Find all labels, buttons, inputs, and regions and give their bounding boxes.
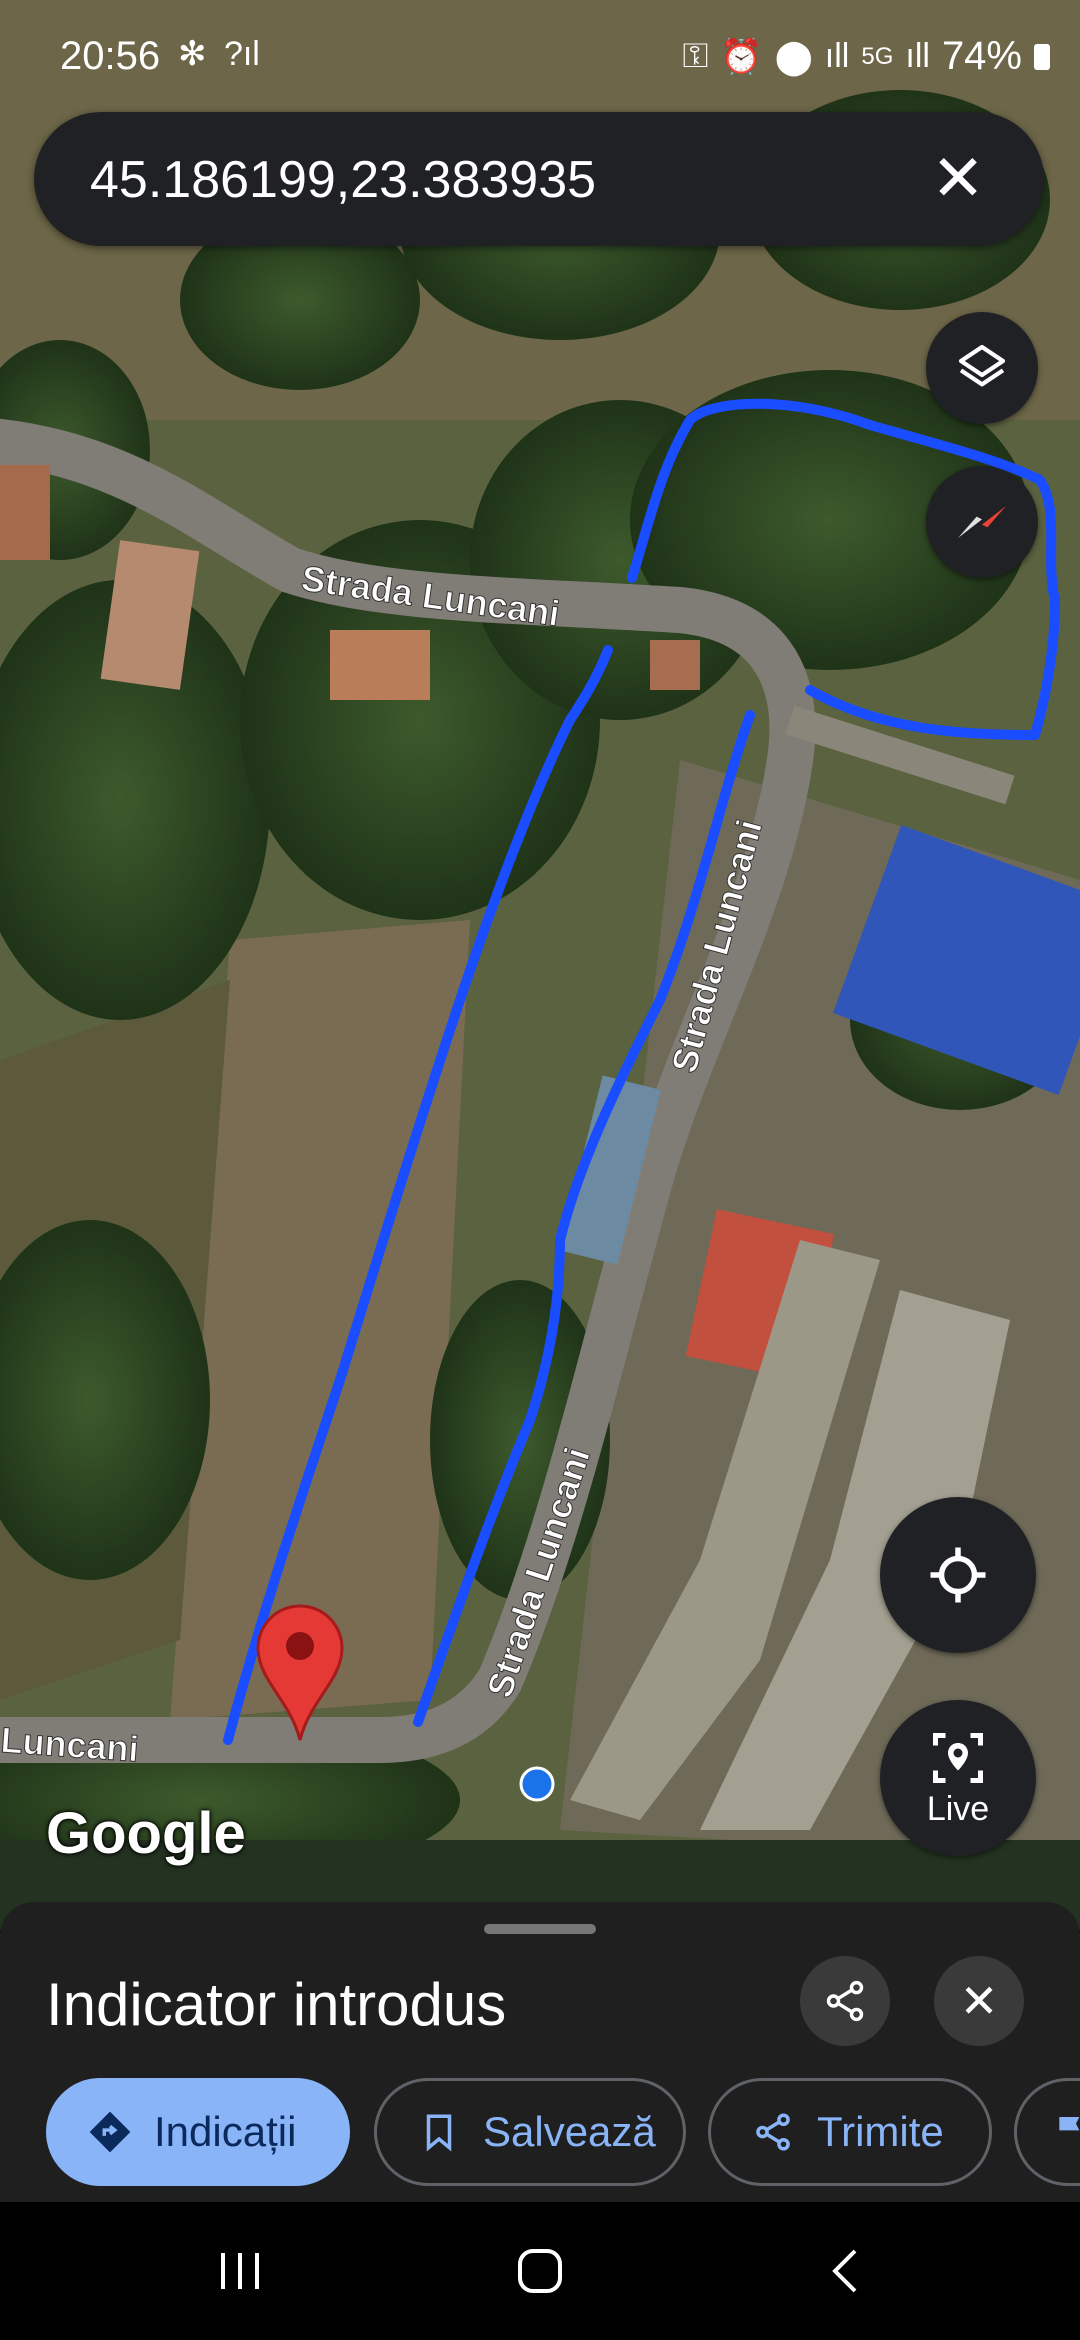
status-time: 20:56 — [60, 34, 161, 78]
recents-button[interactable] — [190, 2226, 290, 2316]
flag-icon — [1045, 2106, 1080, 2158]
google-attribution: Google — [46, 1801, 246, 1866]
close-sheet-button[interactable]: ✕ — [934, 1956, 1024, 2046]
my-location-button[interactable] — [880, 1497, 1036, 1653]
close-icon: ✕ — [959, 1975, 999, 2027]
alarm-icon: ⏰ — [720, 37, 763, 76]
live-view-icon — [933, 1732, 983, 1783]
compass-icon — [958, 506, 1006, 538]
status-bar: 20:56 ✻ ?ıl ⚿ ⏰ ⬤ ıll 5G ıll 74% — [0, 0, 1080, 110]
my-location-dot — [519, 1766, 555, 1802]
search-bar[interactable]: 45.186199,23.383935 ✕ — [34, 112, 1044, 246]
fan-icon: ✻ — [178, 35, 207, 73]
save-label: Salvează — [483, 2108, 656, 2155]
sheet-title: Indicator introdus — [46, 1971, 507, 2038]
back-icon — [832, 2249, 857, 2293]
directions-button[interactable]: Indicații — [46, 2078, 350, 2186]
key-icon: ⚿ — [682, 37, 709, 75]
recents-icon — [221, 2253, 259, 2289]
bookmark-icon — [413, 2106, 465, 2158]
directions-icon — [84, 2106, 136, 2158]
5g-icon: 5G — [861, 42, 894, 70]
back-button[interactable] — [795, 2226, 895, 2316]
battery-level: 74% — [941, 34, 1022, 78]
live-view-button[interactable]: Live — [880, 1700, 1036, 1856]
home-icon — [518, 2249, 562, 2293]
send-button[interactable]: Trimite — [708, 2078, 992, 2186]
share-icon — [826, 1980, 864, 2022]
place-sheet[interactable]: Indicator introdus ✕ Indicații Salvează — [0, 1902, 1080, 2202]
directions-label: Indicații — [154, 2108, 297, 2155]
home-button[interactable] — [490, 2226, 590, 2316]
my-location-icon — [930, 1547, 986, 1603]
live-label: Live — [926, 1789, 990, 1828]
compass-button[interactable] — [926, 466, 1038, 578]
layers-button[interactable] — [926, 312, 1038, 424]
signal-icon-2: ıll — [905, 37, 930, 75]
send-label: Trimite — [817, 2108, 944, 2155]
save-button[interactable]: Salvează — [374, 2078, 686, 2186]
wifi-calling-icon: ?ıl — [223, 35, 260, 73]
signal-icon: ıll — [824, 37, 850, 75]
share-icon — [747, 2106, 799, 2158]
more-actions-chip[interactable] — [1014, 2078, 1080, 2186]
share-button[interactable] — [800, 1956, 890, 2046]
sheet-drag-handle[interactable] — [484, 1924, 596, 1934]
battery-icon — [1034, 43, 1050, 70]
search-query[interactable]: 45.186199,23.383935 — [90, 150, 596, 210]
close-icon[interactable]: ✕ — [916, 136, 1000, 220]
location-icon: ⬤ — [774, 37, 813, 76]
system-nav-bar — [0, 2202, 1080, 2340]
status-left-icons: ✻ ?ıl — [178, 34, 260, 74]
status-right-icons: ⚿ ⏰ ⬤ ıll 5G ıll 74% — [683, 34, 1050, 79]
layers-icon — [958, 344, 1006, 387]
